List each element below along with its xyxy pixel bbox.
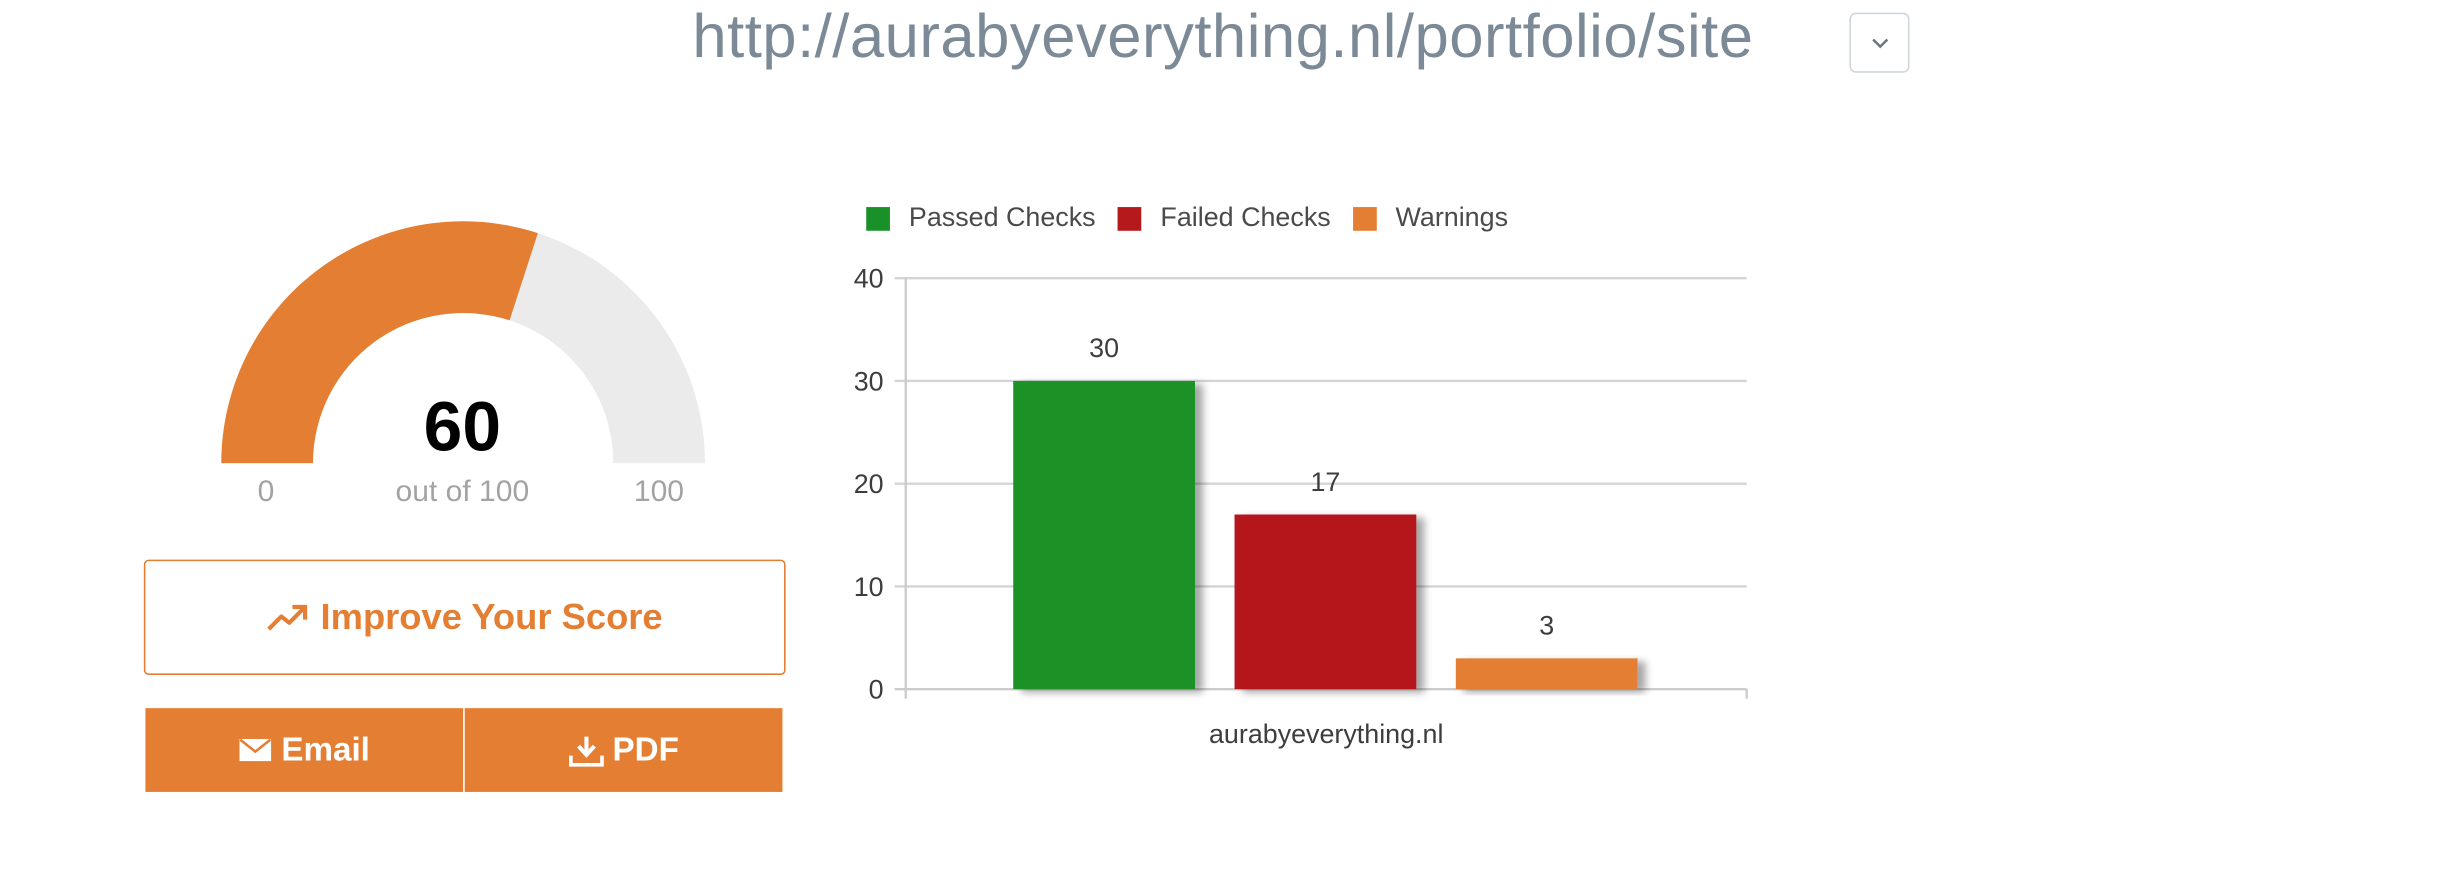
score-value: 60 [423,388,502,467]
bar-data-label: 3 [1539,611,1554,641]
y-tick-label: 10 [854,572,884,602]
url-dropdown-button[interactable] [1849,12,1910,73]
chart-legend: Passed Checks Failed Checks Warnings [866,202,1530,234]
bar-passed-checks [1013,380,1196,690]
trending-up-icon [266,604,307,630]
score-gauge: 60 out of 100 0 100 [190,198,735,530]
export-button-group: Email PDF [145,708,783,792]
legend-item-passed[interactable]: Passed Checks [866,202,1096,234]
download-icon [568,735,604,766]
envelope-icon [239,738,272,762]
legend-item-warnings[interactable]: Warnings [1352,202,1509,234]
y-tick-label: 30 [854,366,884,396]
gauge-max-label: 100 [633,475,684,509]
legend-swatch-warnings [1352,206,1377,230]
bar-warnings [1455,658,1638,690]
email-label: Email [281,731,370,768]
report-summary: http://aurabyeverything.nl/portfolio/sit… [0,0,2458,885]
url-header: http://aurabyeverything.nl/portfolio/sit… [0,0,2458,95]
legend-label-failed: Failed Checks [1160,202,1331,233]
x-category-label: aurabyeverything.nl [1209,719,1443,749]
legend-label-warnings: Warnings [1395,202,1509,233]
legend-swatch-failed [1117,206,1142,230]
improve-score-button[interactable]: Improve Your Score [143,559,786,675]
gauge-min-label: 0 [257,475,275,509]
legend-swatch-passed [866,206,890,230]
pdf-button[interactable]: PDF [463,708,783,792]
legend-item-failed[interactable]: Failed Checks [1117,202,1331,234]
bar-data-label: 17 [1310,467,1340,497]
y-tick-label: 0 [869,675,884,705]
pdf-label: PDF [612,731,679,768]
chevron-down-icon [1872,38,1889,49]
legend-label-passed: Passed Checks [908,202,1096,233]
checks-bar-chart: 0 10 20 30 40 30 17 3 aurabyeverything.nl [854,264,1748,749]
bar-data-label: 30 [1089,333,1119,363]
email-button[interactable]: Email [145,708,464,792]
y-tick-label: 40 [854,264,884,294]
improve-score-label: Improve Your Score [320,595,663,638]
y-tick-label: 20 [854,469,884,499]
site-url: http://aurabyeverything.nl/portfolio/sit… [692,3,1754,72]
bar-failed-checks [1234,514,1417,690]
